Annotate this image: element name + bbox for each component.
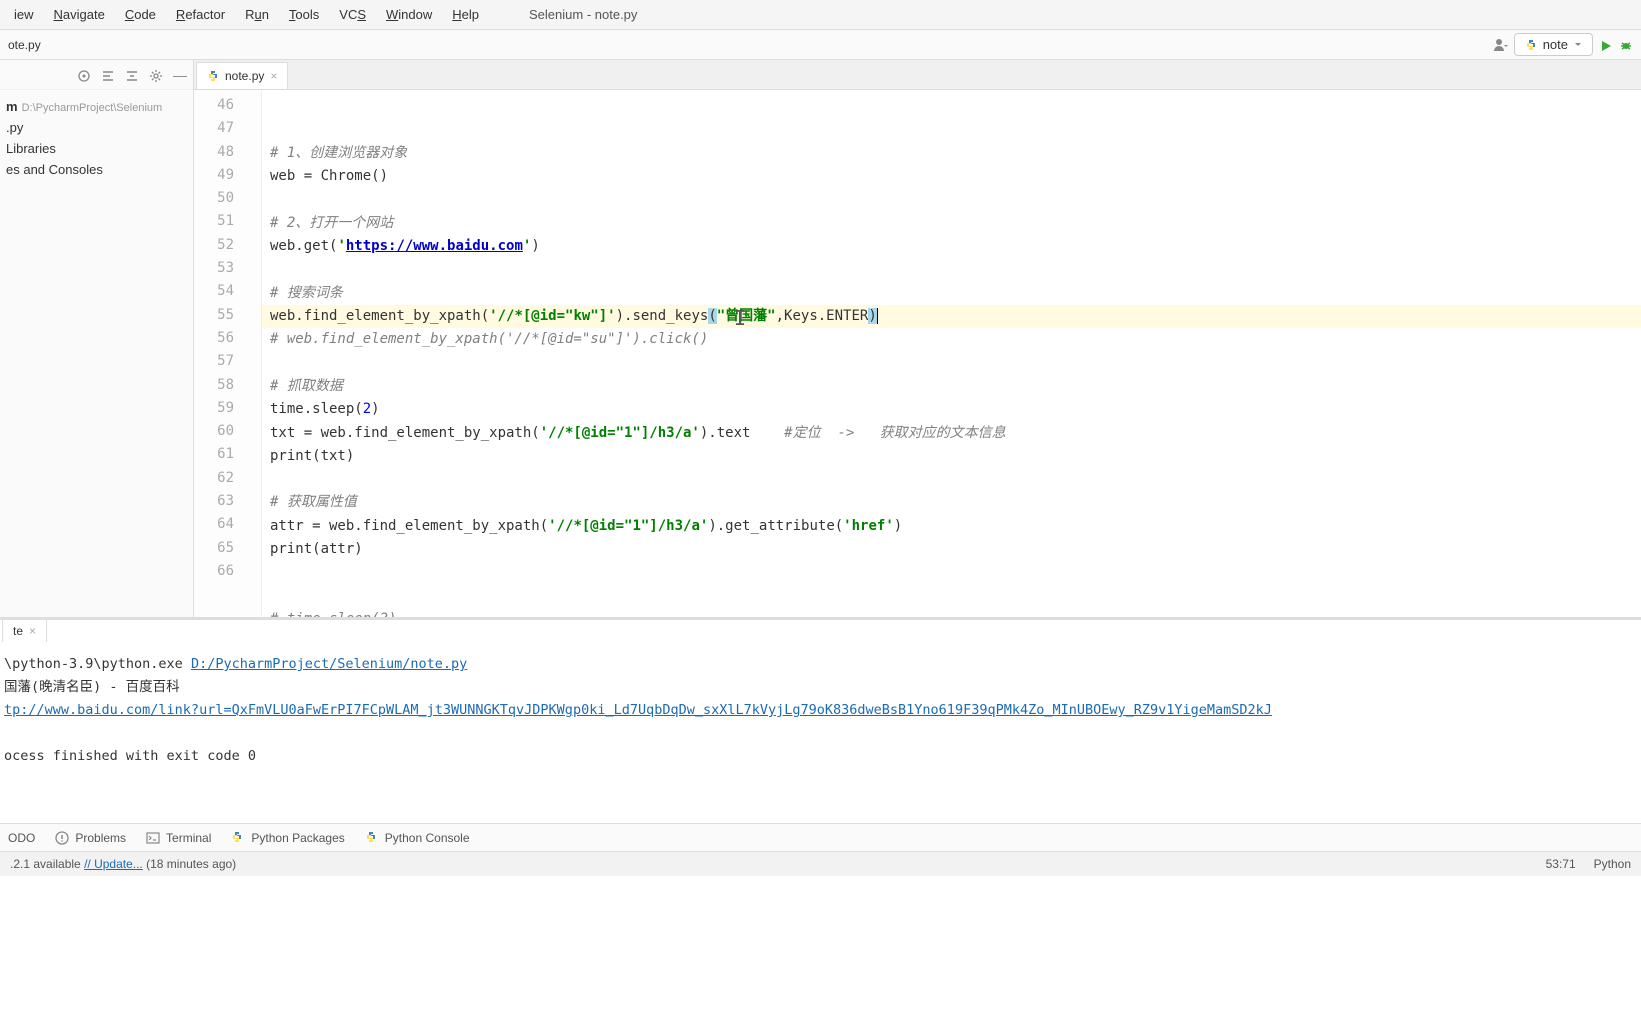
project-toolbar: — <box>0 60 193 90</box>
project-sidebar: — mD:\PycharmProject\Selenium .py Librar… <box>0 60 194 617</box>
code-line[interactable]: attr = web.find_element_by_xpath('//*[@i… <box>262 515 1641 538</box>
status-bar: .2.1 available // Update... (18 minutes … <box>0 851 1641 876</box>
interpreter-label[interactable]: Python <box>1594 857 1631 871</box>
run-config-name: note <box>1543 37 1568 52</box>
code-line[interactable]: # 抓取数据 <box>262 375 1641 398</box>
navigation-bar: ote.py note <box>0 30 1641 60</box>
collapse-icon[interactable] <box>125 66 139 82</box>
user-icon[interactable] <box>1492 36 1508 53</box>
code-line[interactable]: time.sleep(2) <box>262 398 1641 421</box>
close-icon[interactable]: × <box>270 69 277 83</box>
python-icon <box>1525 39 1537 51</box>
fold-gutter <box>254 90 262 617</box>
text-cursor-position: I <box>734 306 746 330</box>
target-icon[interactable] <box>77 66 91 82</box>
menu-code[interactable]: Code <box>115 3 166 26</box>
menu-vcs[interactable]: VCS <box>329 3 376 26</box>
chevron-down-icon <box>1574 41 1582 49</box>
code-content[interactable]: I # 1、创建浏览器对象web = Chrome()# 2、打开一个网站web… <box>262 90 1641 617</box>
todo-tab[interactable]: ODO <box>8 831 35 845</box>
run-cmd-prefix: \python-3.9\python.exe <box>4 656 191 672</box>
code-line[interactable] <box>262 561 1641 584</box>
editor-tab-note[interactable]: note.py × <box>196 62 288 89</box>
code-line[interactable]: # 2、打开一个网站 <box>262 212 1641 235</box>
tree-consoles[interactable]: es and Consoles <box>4 159 189 180</box>
project-root[interactable]: mD:\PycharmProject\Selenium <box>4 96 189 117</box>
code-line[interactable]: web.find_element_by_xpath('//*[@id="kw"]… <box>262 305 1641 328</box>
editor-tabs: note.py × <box>194 60 1641 90</box>
minimize-icon[interactable]: — <box>173 67 187 83</box>
breadcrumb[interactable]: ote.py <box>8 38 41 52</box>
status-message: .2.1 available // Update... (18 minutes … <box>10 857 236 871</box>
code-line[interactable]: web.get('https://www.baidu.com') <box>262 235 1641 258</box>
menu-run[interactable]: Run <box>235 3 279 26</box>
menu-help[interactable]: Help <box>442 3 489 26</box>
run-output[interactable]: \python-3.9\python.exe D:/PycharmProject… <box>0 643 1641 823</box>
menu-view[interactable]: iew <box>4 3 44 26</box>
code-line[interactable]: print(txt) <box>262 445 1641 468</box>
script-path-link[interactable]: D:/PycharmProject/Selenium/note.py <box>191 656 467 672</box>
code-line[interactable] <box>262 189 1641 212</box>
code-line[interactable]: # web.find_element_by_xpath('//*[@id="su… <box>262 328 1641 351</box>
code-line[interactable]: web = Chrome() <box>262 165 1641 188</box>
terminal-icon <box>146 831 160 845</box>
code-line[interactable] <box>262 468 1641 491</box>
debug-button[interactable] <box>1619 36 1633 52</box>
packages-tab[interactable]: Python Packages <box>231 831 344 845</box>
package-icon <box>231 831 245 845</box>
cursor-position[interactable]: 53:71 <box>1546 857 1576 871</box>
problems-tab[interactable]: Problems <box>55 831 126 845</box>
code-line[interactable]: # 1、创建浏览器对象 <box>262 142 1641 165</box>
line-number-gutter: 4647484950515253545556575859606162636465… <box>194 90 254 617</box>
run-tool-window: te × \python-3.9\python.exe D:/PycharmPr… <box>0 617 1641 823</box>
project-tree[interactable]: mD:\PycharmProject\Selenium .py Librarie… <box>0 90 193 186</box>
console-tab[interactable]: Python Console <box>365 831 470 845</box>
bottom-tool-bar: ODO Problems Terminal Python Packages Py… <box>0 823 1641 851</box>
python-icon <box>365 831 379 845</box>
output-line-title: 国藩(晚清名臣) - 百度百科 <box>4 676 1637 699</box>
code-line[interactable]: print(attr) <box>262 538 1641 561</box>
tree-libraries[interactable]: Libraries <box>4 138 189 159</box>
expand-icon[interactable] <box>101 66 115 82</box>
run-configuration-selector[interactable]: note <box>1514 33 1593 56</box>
menu-tools[interactable]: Tools <box>279 3 329 26</box>
editor-area: note.py × 464748495051525354555657585960… <box>194 60 1641 617</box>
close-icon[interactable]: × <box>29 624 36 638</box>
menu-window[interactable]: Window <box>376 3 442 26</box>
code-line[interactable]: # time.sleep(2) <box>262 608 1641 617</box>
code-line[interactable] <box>262 258 1641 281</box>
output-link[interactable]: tp://www.baidu.com/link?url=QxFmVLU0aFwE… <box>4 702 1272 718</box>
tree-file-py[interactable]: .py <box>4 117 189 138</box>
python-file-icon <box>207 70 219 82</box>
code-line[interactable] <box>262 585 1641 608</box>
code-line[interactable]: txt = web.find_element_by_xpath('//*[@id… <box>262 422 1641 445</box>
window-title: Selenium - note.py <box>529 7 637 22</box>
code-editor[interactable]: 4647484950515253545556575859606162636465… <box>194 90 1641 617</box>
menu-navigate[interactable]: NNavigateavigate <box>44 3 115 26</box>
code-line[interactable]: # 搜索词条 <box>262 282 1641 305</box>
update-link[interactable]: // Update... <box>84 857 143 871</box>
warning-icon <box>55 831 69 845</box>
menu-refactor[interactable]: Refactor <box>166 3 235 26</box>
terminal-tab[interactable]: Terminal <box>146 831 211 845</box>
tab-label: note.py <box>225 69 264 83</box>
output-exit: ocess finished with exit code 0 <box>4 745 1637 768</box>
gear-icon[interactable] <box>149 66 163 82</box>
code-line[interactable]: # 获取属性值 <box>262 491 1641 514</box>
run-tab[interactable]: te × <box>2 619 47 642</box>
code-line[interactable] <box>262 352 1641 375</box>
run-button[interactable] <box>1599 36 1613 52</box>
menu-bar: iew NNavigateavigate Code Refactor Run T… <box>0 0 1641 30</box>
run-tab-label: te <box>13 624 23 638</box>
